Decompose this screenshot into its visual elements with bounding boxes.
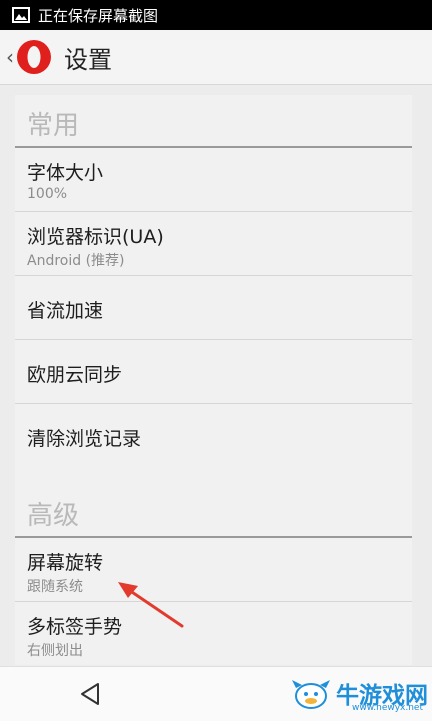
setting-title: 清除浏览记录: [27, 428, 142, 450]
setting-title: 字体大小: [27, 162, 104, 184]
setting-screen-rotation[interactable]: 屏幕旋转 跟随系统: [15, 538, 412, 602]
status-bar: 正在保存屏幕截图: [0, 0, 432, 30]
setting-font-size[interactable]: 字体大小 100%: [15, 148, 412, 212]
setting-value: Android (推荐): [27, 253, 125, 269]
setting-value: 跟随系统: [27, 579, 83, 595]
nav-back-triangle-icon[interactable]: [78, 681, 102, 707]
setting-title: 省流加速: [27, 300, 104, 322]
setting-title: 屏幕旋转: [27, 552, 104, 574]
status-text: 正在保存屏幕截图: [38, 6, 159, 25]
setting-user-agent[interactable]: 浏览器标识(UA) Android (推荐): [15, 212, 412, 276]
section-header-label: 常用: [27, 111, 80, 141]
setting-value: 100%: [27, 186, 68, 202]
app-bar: ‹ 设置: [0, 30, 432, 85]
section-header-advanced: 高级: [15, 488, 412, 538]
setting-tab-gesture[interactable]: 多标签手势 右侧划出: [15, 602, 412, 666]
page-title: 设置: [64, 45, 112, 74]
watermark-mascot-icon: [292, 680, 330, 709]
setting-cloud-sync[interactable]: 欧朋云同步: [15, 340, 412, 404]
setting-data-saving[interactable]: 省流加速: [15, 276, 412, 340]
opera-logo-icon[interactable]: [16, 39, 52, 75]
setting-value: 右侧划出: [27, 643, 83, 659]
setting-clear-history[interactable]: 清除浏览记录: [15, 404, 412, 468]
settings-list: 常用 字体大小 100% 浏览器标识(UA) Android (推荐) 省流加速…: [15, 95, 412, 665]
image-icon: [12, 7, 30, 23]
back-chevron-icon[interactable]: ‹: [6, 45, 16, 69]
setting-title: 多标签手势: [27, 616, 123, 638]
annotation-arrow-icon: [118, 582, 184, 628]
watermark-url: www.newyx.net: [352, 703, 424, 713]
setting-title: 浏览器标识(UA): [27, 226, 164, 248]
section-header-label: 高级: [27, 501, 80, 531]
setting-title: 欧朋云同步: [27, 364, 123, 386]
section-header-common: 常用: [15, 98, 412, 148]
